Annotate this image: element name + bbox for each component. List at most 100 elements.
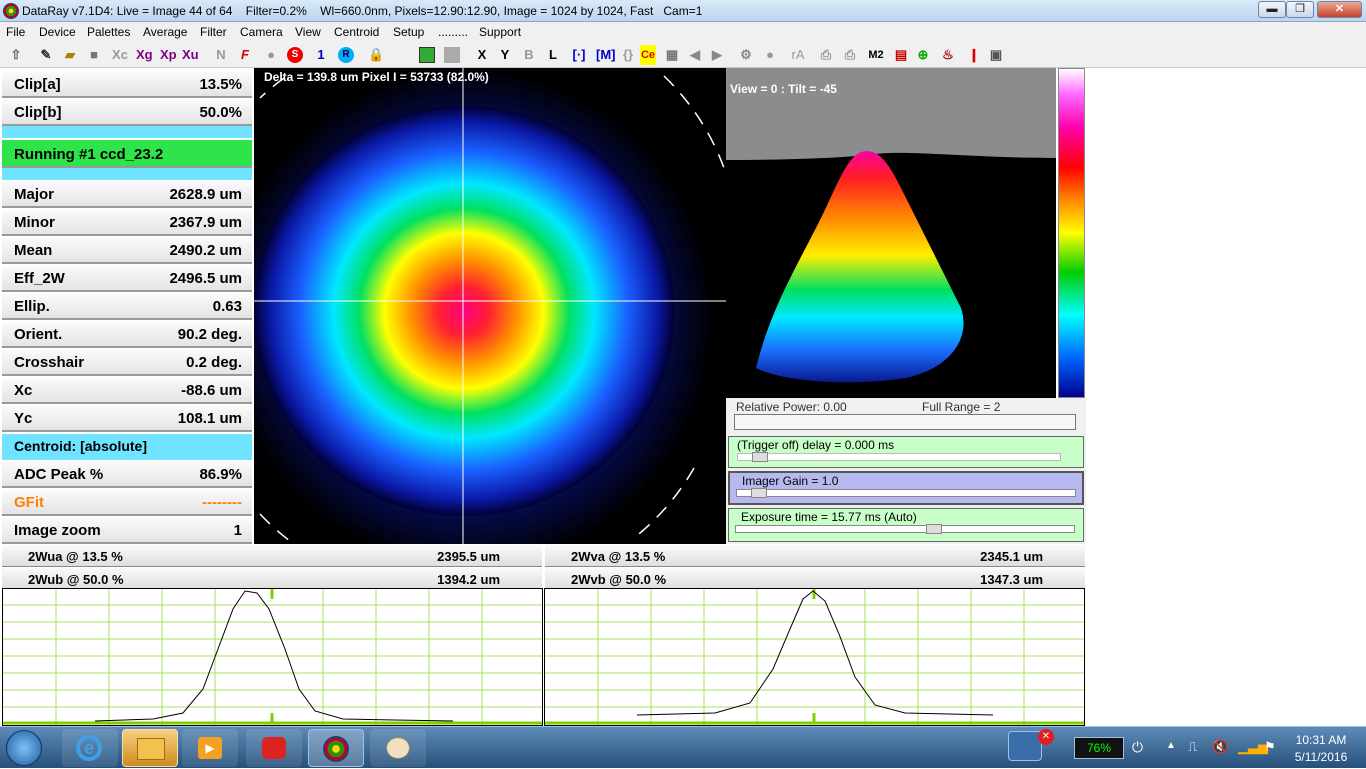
centroid-row[interactable]: Centroid: [absolute] — [2, 434, 252, 460]
gfit-row[interactable]: GFit -------- — [2, 490, 252, 516]
bracket-icon[interactable]: [·] — [571, 45, 587, 65]
exposure-panel[interactable]: Exposure time = 15.77 ms (Auto) — [728, 508, 1084, 542]
taskbar-media-icon[interactable]: ▶ — [182, 729, 238, 767]
taskbar-app-icon[interactable] — [246, 729, 302, 767]
usb-icon[interactable]: ⎍ — [1188, 739, 1197, 755]
menu-centroid[interactable]: Centroid — [334, 25, 379, 39]
trigger-panel[interactable]: (Trigger off) delay = 0.000 ms — [728, 436, 1084, 468]
plug-icon[interactable]: ⏻ — [1132, 739, 1143, 756]
crosshair-row[interactable]: Crosshair 0.2 deg. — [2, 350, 252, 376]
gain-panel[interactable]: Imager Gain = 1.0 — [728, 471, 1084, 505]
menu-support[interactable]: Support — [479, 25, 521, 39]
crosshair-icon[interactable]: ⊕ — [915, 45, 931, 65]
up-arrow-icon[interactable]: ⇧ — [8, 45, 24, 65]
clip-b-row[interactable]: Clip[b] 50.0% — [2, 100, 252, 126]
menu-filter[interactable]: Filter — [200, 25, 227, 39]
menu-camera[interactable]: Camera — [240, 25, 283, 39]
print-preview-icon[interactable]: ⎙ — [842, 45, 858, 65]
menu-setup[interactable]: Setup — [393, 25, 424, 39]
yc-row[interactable]: Yc 108.1 um — [2, 406, 252, 432]
bracket-m-icon[interactable]: [M] — [596, 45, 616, 65]
running-status[interactable]: Running #1 ccd_23.2 — [2, 140, 252, 168]
xc-row[interactable]: Xc -88.6 um — [2, 378, 252, 404]
show-hidden-icons[interactable]: ▲ — [1166, 740, 1176, 751]
f-button[interactable]: F — [237, 45, 253, 65]
ellip-row[interactable]: Ellip. 0.63 — [2, 294, 252, 320]
taskbar-dataray-icon[interactable] — [308, 729, 364, 767]
flag-icon[interactable]: ⚑ — [1264, 739, 1276, 755]
r-button[interactable]: R — [338, 47, 354, 63]
m2-button[interactable]: M2 — [868, 45, 884, 65]
menu-average[interactable]: Average — [143, 25, 187, 39]
stop-icon[interactable]: ● — [263, 45, 279, 65]
left-arrow-icon[interactable]: ◀ — [687, 45, 703, 65]
minor-row[interactable]: Minor 2367.9 um — [2, 210, 252, 236]
minimize-button[interactable]: ▬ — [1258, 1, 1286, 18]
print-icon[interactable]: ⎙ — [818, 45, 834, 65]
l-button[interactable]: L — [545, 45, 561, 65]
gray-square-icon[interactable] — [444, 47, 460, 63]
start-button[interactable] — [6, 730, 42, 766]
clock-time[interactable]: 10:31 AM — [1284, 733, 1358, 747]
circle-icon[interactable]: ● — [762, 45, 778, 65]
n-button[interactable]: N — [213, 45, 229, 65]
close-button[interactable]: ✕ — [1317, 1, 1362, 18]
exposure-slider[interactable] — [735, 524, 1075, 534]
volume-muted-icon[interactable]: 🔇 — [1212, 739, 1228, 755]
menu-palettes[interactable]: Palettes — [87, 25, 130, 39]
chart-icon[interactable]: ▤ — [893, 45, 909, 65]
color-palette-bar[interactable] — [1058, 68, 1085, 398]
menu-dots[interactable]: ......... — [438, 25, 468, 39]
wub-label: 2Wub @ 50.0 % — [28, 572, 124, 587]
menu-device[interactable]: Device — [39, 25, 76, 39]
s-button[interactable]: S — [287, 47, 303, 63]
trigger-slider[interactable] — [737, 452, 1061, 462]
profile-u[interactable] — [2, 588, 543, 726]
profile-v[interactable] — [544, 588, 1085, 726]
taskbar-paint-icon[interactable] — [370, 729, 426, 767]
xc-button[interactable]: Xc — [112, 45, 128, 65]
x-button[interactable]: X — [474, 45, 490, 65]
slider-thumb[interactable] — [751, 488, 767, 498]
palette-icon[interactable] — [419, 47, 435, 63]
network-tray-icon[interactable] — [1008, 731, 1042, 761]
slider-thumb[interactable] — [926, 524, 942, 534]
pencil-icon[interactable]: ✎ — [38, 45, 54, 65]
brace-icon[interactable]: {} — [620, 45, 636, 65]
taskbar-ie-icon[interactable]: e — [62, 729, 118, 767]
gain-slider[interactable] — [736, 488, 1076, 498]
3d-view[interactable]: View = 0 : Tilt = -45 — [726, 68, 1056, 398]
mean-row[interactable]: Mean 2490.2 um — [2, 238, 252, 264]
taskbar-explorer-icon[interactable] — [122, 729, 178, 767]
maximize-button[interactable]: ❐ — [1286, 1, 1314, 18]
thermometer-icon[interactable]: ❙ — [966, 45, 982, 65]
battery-indicator[interactable]: 76% — [1074, 737, 1124, 759]
slider-thumb[interactable] — [752, 452, 768, 462]
grid-icon[interactable]: ▦ — [664, 45, 680, 65]
clip-a-row[interactable]: Clip[a] 13.5% — [2, 72, 252, 98]
open-folder-icon[interactable]: ▰ — [62, 45, 78, 65]
tools-icon[interactable]: ⚙ — [738, 45, 754, 65]
y-button[interactable]: Y — [497, 45, 513, 65]
major-row[interactable]: Major 2628.9 um — [2, 182, 252, 208]
eff-2w-row[interactable]: Eff_2W 2496.5 um — [2, 266, 252, 292]
menu-file[interactable]: File — [6, 25, 25, 39]
right-arrow-icon[interactable]: ▶ — [709, 45, 725, 65]
b-button[interactable]: B — [521, 45, 537, 65]
ce-button[interactable]: Ce — [640, 45, 656, 65]
camera-settings-icon[interactable]: ▣ — [988, 45, 1004, 65]
adc-peak-row[interactable]: ADC Peak % 86.9% — [2, 462, 252, 488]
orient-row[interactable]: Orient. 90.2 deg. — [2, 322, 252, 348]
one-button[interactable]: 1 — [313, 45, 329, 65]
xp-button[interactable]: Xp — [160, 45, 177, 65]
menu-view[interactable]: View — [295, 25, 321, 39]
save-icon[interactable]: ■ — [86, 45, 102, 65]
beam-icon[interactable]: ♨ — [940, 45, 956, 65]
clock-date[interactable]: 5/11/2016 — [1284, 750, 1358, 764]
xu-button[interactable]: Xu — [182, 45, 199, 65]
beam-image[interactable]: Delta = 139.8 um Pixel I = 53733 (82.0%) — [254, 68, 726, 544]
xg-button[interactable]: Xg — [136, 45, 153, 65]
image-zoom-row[interactable]: Image zoom 1 — [2, 518, 252, 544]
lock-icon[interactable]: 🔒 — [368, 45, 384, 65]
ra-button[interactable]: rA — [790, 45, 806, 65]
